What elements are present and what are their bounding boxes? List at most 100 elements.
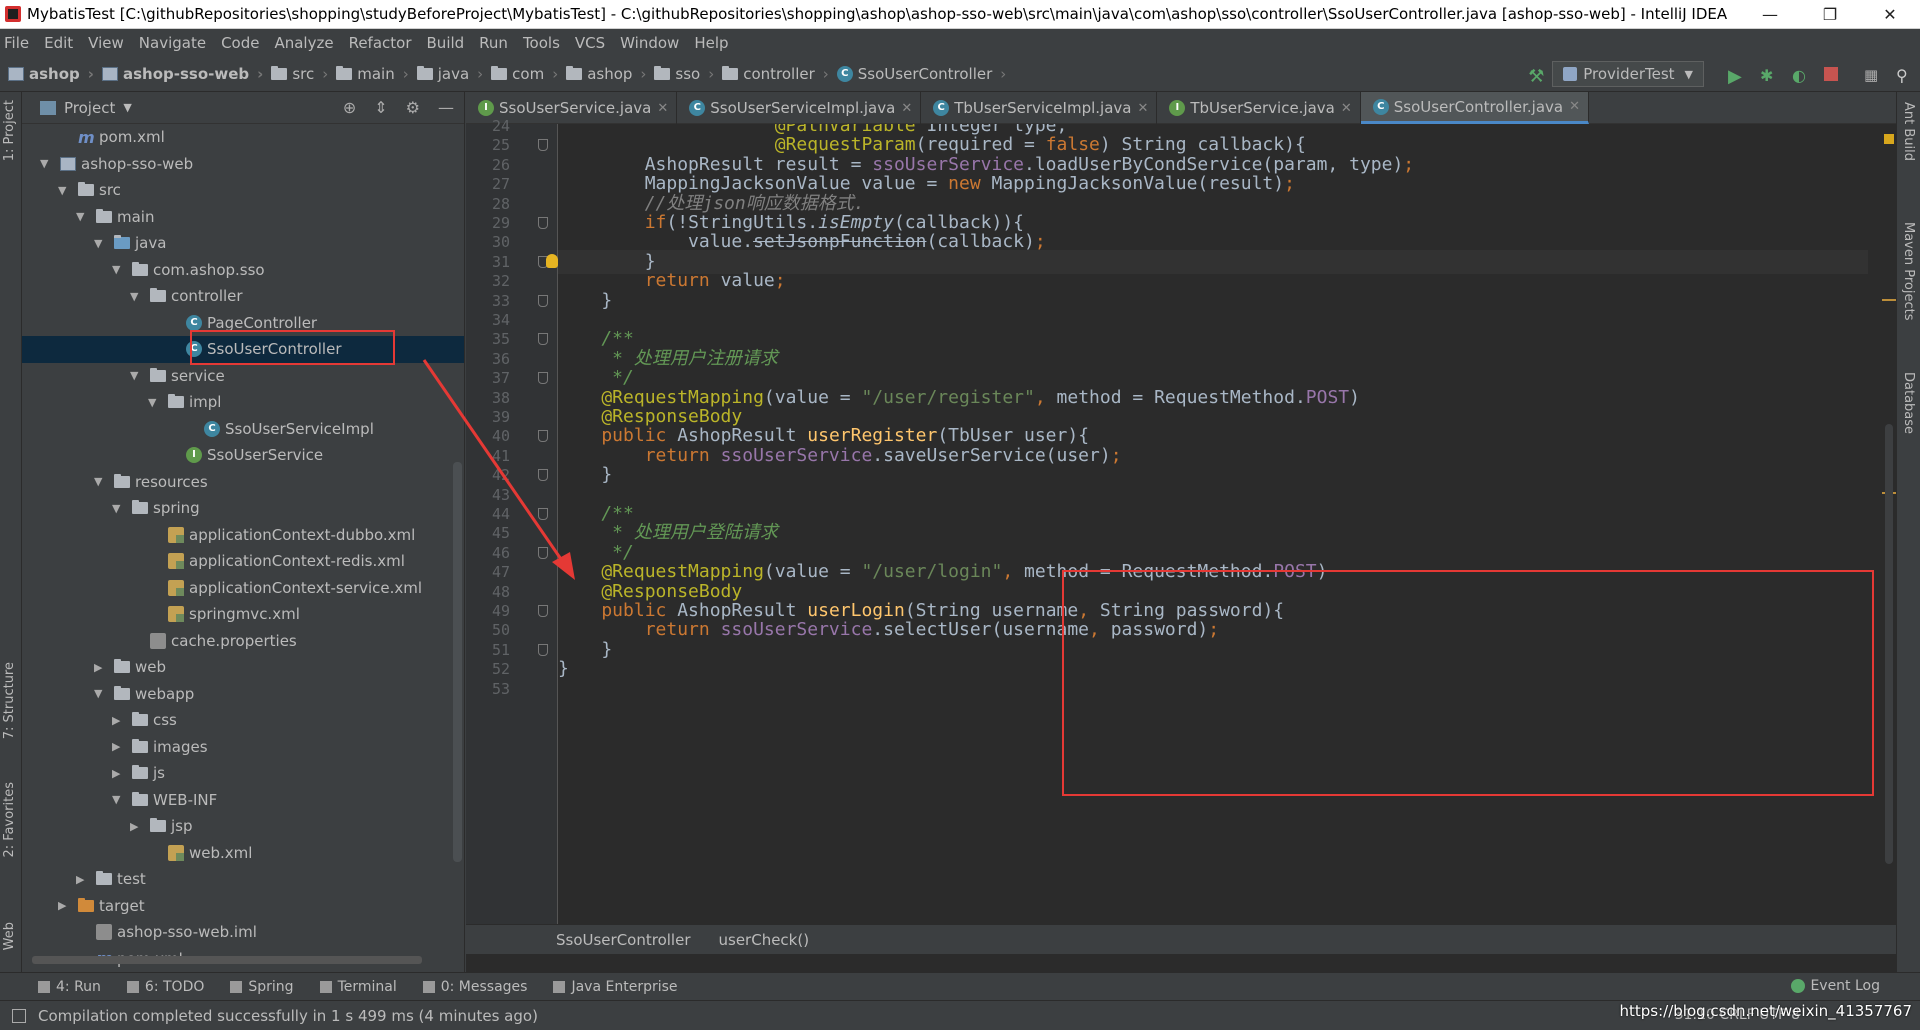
- tree-item[interactable]: mpom.xml: [22, 124, 464, 151]
- breadcrumb-item[interactable]: main ›: [336, 65, 409, 83]
- fold-icon[interactable]: [538, 372, 548, 385]
- chevron-right-icon[interactable]: ▶: [130, 820, 146, 833]
- chevron-down-icon[interactable]: ▼: [148, 396, 164, 409]
- minimize-button[interactable]: —: [1740, 5, 1800, 24]
- tree-item[interactable]: ▼ com.ashop.sso: [22, 257, 464, 284]
- breadcrumb-item[interactable]: controller ›: [722, 65, 829, 83]
- bottom-tab-messages[interactable]: 0: Messages: [422, 979, 527, 995]
- coverage-icon[interactable]: ◐: [1792, 66, 1808, 85]
- tree-item[interactable]: applicationContext-redis.xml: [22, 548, 464, 575]
- menu-code[interactable]: Code: [221, 34, 259, 52]
- tab-tbuserservice[interactable]: I TbUserService.java ✕: [1157, 92, 1361, 124]
- tree-item[interactable]: ▼ main: [22, 204, 464, 231]
- breadcrumb-item[interactable]: ashop ›: [566, 65, 646, 83]
- tree-item[interactable]: ▶ css: [22, 707, 464, 734]
- chevron-right-icon[interactable]: ▶: [76, 873, 92, 886]
- tree-item[interactable]: ▼ ashop-sso-web: [22, 151, 464, 178]
- marker[interactable]: [1882, 299, 1896, 301]
- close-icon[interactable]: ✕: [657, 101, 668, 116]
- chevron-down-icon[interactable]: ▼: [112, 502, 128, 515]
- fold-icon[interactable]: [538, 139, 548, 152]
- menu-tools[interactable]: Tools: [523, 34, 560, 52]
- tree-item[interactable]: C SsoUserServiceImpl: [22, 416, 464, 443]
- tool-tab-ant-build[interactable]: Ant Build: [1901, 102, 1916, 161]
- menu-file[interactable]: File: [4, 34, 29, 52]
- tree-item[interactable]: ▼ spring: [22, 495, 464, 522]
- tab-ssousercontroller[interactable]: C SsoUserController.java ✕: [1360, 92, 1589, 124]
- tree-item[interactable]: ▼ WEB-INF: [22, 787, 464, 814]
- menu-build[interactable]: Build: [427, 34, 465, 52]
- breadcrumb-item[interactable]: ashop ›: [8, 65, 94, 83]
- tree-item[interactable]: ▼ webapp: [22, 681, 464, 708]
- editor-breadcrumb-class[interactable]: SsoUserController: [556, 931, 691, 949]
- tool-tab-structure[interactable]: 7: Structure: [2, 662, 17, 739]
- locate-icon[interactable]: ⊕: [343, 98, 356, 117]
- tree-item[interactable]: ▶ images: [22, 734, 464, 761]
- tool-tab-project[interactable]: 1: Project: [2, 100, 17, 161]
- fold-icon[interactable]: [538, 508, 548, 520]
- chevron-right-icon[interactable]: ▶: [112, 740, 128, 753]
- menu-refactor[interactable]: Refactor: [349, 34, 412, 52]
- tool-tab-favorites[interactable]: 2: Favorites: [2, 782, 17, 858]
- menu-analyze[interactable]: Analyze: [274, 34, 333, 52]
- tree-horizontal-scrollbar[interactable]: [32, 956, 422, 964]
- bottom-tab-run[interactable]: 4: Run: [38, 979, 101, 995]
- tree-item[interactable]: C PageController: [22, 310, 464, 337]
- tree-item[interactable]: ▼ service: [22, 363, 464, 390]
- tool-tab-database[interactable]: Database: [1901, 372, 1916, 434]
- tree-item[interactable]: ▼ controller: [22, 283, 464, 310]
- tab-tbuserserviceimpl[interactable]: C TbUserServiceImpl.java ✕: [921, 92, 1158, 124]
- close-icon[interactable]: ✕: [901, 101, 912, 116]
- tree-item[interactable]: I SsoUserService: [22, 442, 464, 469]
- editor-breadcrumb-method[interactable]: userCheck(): [719, 931, 810, 949]
- bottom-tab-todo[interactable]: 6: TODO: [126, 979, 204, 995]
- tree-item[interactable]: ▼ src: [22, 177, 464, 204]
- menu-view[interactable]: View: [88, 34, 124, 52]
- hide-icon[interactable]: —: [438, 98, 454, 117]
- tree-item[interactable]: ▶ test: [22, 866, 464, 893]
- chevron-down-icon[interactable]: ▼: [112, 263, 128, 276]
- tree-item[interactable]: applicationContext-service.xml: [22, 575, 464, 602]
- fold-icon[interactable]: [538, 294, 548, 307]
- chevron-down-icon[interactable]: ▼: [40, 157, 56, 170]
- close-icon[interactable]: ✕: [1341, 101, 1352, 116]
- chevron-down-icon[interactable]: ▼: [94, 237, 110, 250]
- warning-marker-icon[interactable]: [1884, 134, 1894, 144]
- debug-icon[interactable]: ✱: [1760, 66, 1776, 85]
- gear-icon[interactable]: ⚙: [406, 98, 420, 117]
- menu-window[interactable]: Window: [620, 34, 679, 52]
- tree-scrollbar[interactable]: [453, 462, 462, 862]
- close-button[interactable]: ✕: [1860, 5, 1920, 24]
- tree-item[interactable]: ▶ web: [22, 654, 464, 681]
- tree-item[interactable]: ▼ resources: [22, 469, 464, 496]
- fold-icon[interactable]: [538, 430, 548, 443]
- restore-button[interactable]: ❐: [1800, 5, 1860, 24]
- chevron-right-icon[interactable]: ▶: [112, 767, 128, 780]
- tree-item[interactable]: applicationContext-dubbo.xml: [22, 522, 464, 549]
- close-icon[interactable]: ✕: [1569, 99, 1580, 114]
- fold-icon[interactable]: [538, 605, 548, 617]
- bottom-tab-spring[interactable]: Spring: [230, 979, 294, 995]
- breadcrumb-item[interactable]: java ›: [416, 65, 483, 83]
- fold-icon[interactable]: [538, 333, 548, 346]
- tree-item[interactable]: C SsoUserController: [22, 336, 464, 363]
- tree-item[interactable]: ashop-sso-web.iml: [22, 919, 464, 946]
- fold-icon[interactable]: [538, 217, 548, 229]
- chevron-down-icon[interactable]: ▼: [58, 184, 74, 197]
- editor-scrollbar[interactable]: [1885, 424, 1893, 864]
- tree-item[interactable]: ▶ jsp: [22, 813, 464, 840]
- code-area[interactable]: @PathVariable Integer type, @RequestPara…: [558, 124, 1868, 924]
- breadcrumb-item[interactable]: src ›: [271, 65, 328, 83]
- menu-edit[interactable]: Edit: [44, 34, 73, 52]
- tree-item[interactable]: ▼ impl: [22, 389, 464, 416]
- tool-tab-maven-projects[interactable]: Maven Projects: [1901, 222, 1916, 321]
- intention-bulb-icon[interactable]: [546, 253, 558, 268]
- tab-ssouserserviceimpl[interactable]: C SsoUserServiceImpl.java ✕: [677, 92, 922, 124]
- run-config-select[interactable]: ProviderTest ▼: [1552, 61, 1704, 87]
- menu-run[interactable]: Run: [479, 34, 508, 52]
- breadcrumb-item[interactable]: sso ›: [654, 65, 714, 83]
- chevron-down-icon[interactable]: ▼: [76, 210, 92, 223]
- tree-item[interactable]: ▶ js: [22, 760, 464, 787]
- fold-icon[interactable]: [538, 546, 548, 559]
- chevron-right-icon[interactable]: ▶: [112, 714, 128, 727]
